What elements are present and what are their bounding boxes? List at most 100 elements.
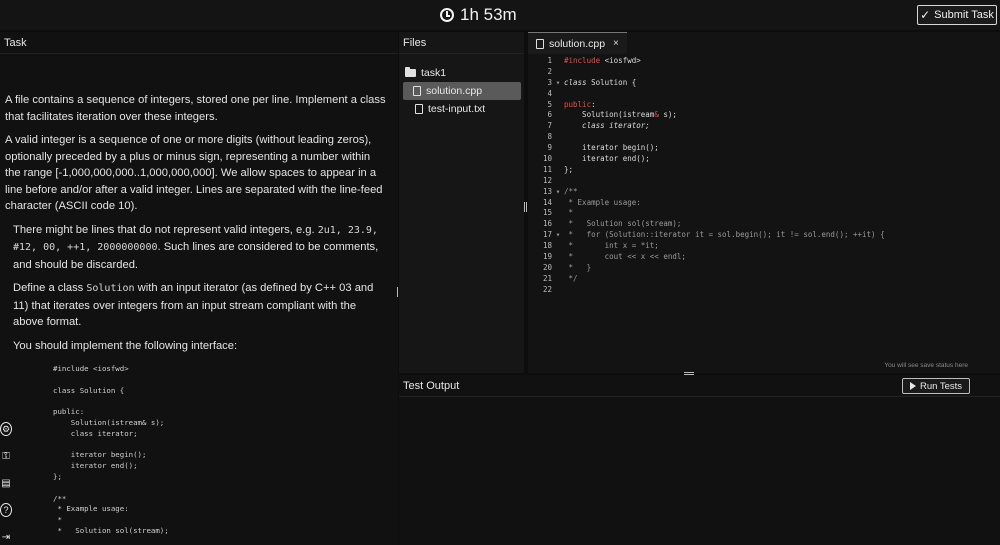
- code-token: :: [591, 99, 596, 109]
- code-line[interactable]: 22: [528, 285, 1000, 296]
- code-line[interactable]: 18 * int x = *it;: [528, 241, 1000, 252]
- fold-toggle[interactable]: ▾: [552, 187, 564, 198]
- code-line[interactable]: 15 *: [528, 208, 1000, 219]
- line-number: 3: [547, 77, 552, 87]
- file-label: solution.cpp: [426, 85, 483, 97]
- line-number: 9: [547, 143, 552, 153]
- clipboard-icon[interactable]: ▤: [0, 476, 12, 490]
- help-icon[interactable]: ?: [0, 503, 12, 517]
- code-token: /**: [564, 186, 578, 196]
- code-text: iterator begin();: [564, 143, 659, 154]
- line-number: 18: [542, 241, 552, 251]
- code-line[interactable]: 5 public:: [528, 100, 1000, 111]
- fold-toggle: [552, 56, 564, 67]
- submit-task-button[interactable]: ✓ Submit Task: [917, 5, 997, 25]
- fold-toggle: [552, 285, 564, 296]
- file-icon: [536, 38, 544, 49]
- left-toolbar: ⚙ ⚿ ▤ ? ⇥: [0, 422, 12, 545]
- code-line[interactable]: 3 ▾ class Solution {: [528, 78, 1000, 89]
- code-line[interactable]: 20 * }: [528, 263, 1000, 274]
- code-text: * Example usage:: [564, 198, 641, 209]
- code-line[interactable]: 9 iterator begin();: [528, 143, 1000, 154]
- fold-toggle: [552, 219, 564, 230]
- fold-toggle: [552, 67, 564, 78]
- play-icon: [909, 382, 916, 390]
- code-token: };: [564, 164, 574, 174]
- code-line[interactable]: 12: [528, 176, 1000, 187]
- line-number: 8: [547, 132, 552, 142]
- file-label: test-input.txt: [428, 103, 486, 115]
- close-icon[interactable]: ×: [613, 38, 619, 49]
- code-token: * for (Solution::iterator it = sol.begin…: [564, 230, 885, 240]
- code-text: /**: [564, 187, 578, 198]
- file-icon: [415, 104, 423, 114]
- tab-solution-cpp[interactable]: solution.cpp ×: [528, 32, 627, 54]
- code-text: * Solution sol(stream);: [564, 219, 682, 230]
- fold-toggle: [552, 252, 564, 263]
- code-line[interactable]: 16 * Solution sol(stream);: [528, 219, 1000, 230]
- fold-toggle: [552, 198, 564, 209]
- fold-toggle[interactable]: ▾: [552, 230, 564, 241]
- code-line[interactable]: 14 * Example usage:: [528, 198, 1000, 209]
- file-test-input-txt[interactable]: test-input.txt: [405, 100, 524, 118]
- code-text: class iterator;: [564, 121, 650, 132]
- fold-toggle[interactable]: ▾: [552, 78, 564, 89]
- key-icon[interactable]: ⚿: [0, 449, 12, 463]
- code-token: <iosfwd>: [600, 56, 641, 65]
- clock-icon: [440, 8, 454, 22]
- interface-code-snippet: #include <iosfwd> class Solution { publi…: [53, 364, 169, 535]
- exit-icon[interactable]: ⇥: [0, 530, 12, 544]
- code-line[interactable]: 6 Solution(istream& s);: [528, 110, 1000, 121]
- editor-panel: solution.cpp × 1 #include <iosfwd> 2 3 ▾ clas…: [528, 32, 1000, 373]
- code-token: */: [564, 273, 578, 283]
- file-solution-cpp[interactable]: solution.cpp: [403, 82, 521, 100]
- code-editor[interactable]: 1 #include <iosfwd> 2 3 ▾ class Solution {4 5 p…: [528, 56, 1000, 296]
- code-line[interactable]: 11};: [528, 165, 1000, 176]
- run-tests-label: Run Tests: [919, 380, 963, 392]
- tab-label: solution.cpp: [549, 37, 606, 50]
- line-number: 19: [542, 252, 552, 262]
- task-paragraph: A valid integer is a sequence of one or …: [5, 134, 383, 212]
- line-number: 4: [547, 88, 552, 98]
- save-status-hint: You will see save status here: [884, 362, 968, 369]
- line-number: 6: [547, 110, 552, 120]
- code-token: Solution(istream: [564, 110, 655, 120]
- submit-task-label: Submit Task: [934, 9, 994, 21]
- task-panel: Task A file contains a sequence of integ…: [0, 32, 398, 545]
- fold-toggle: [552, 154, 564, 165]
- code-token: #include: [564, 56, 601, 65]
- run-tests-button[interactable]: Run Tests: [902, 378, 970, 394]
- folder-task1[interactable]: task1: [405, 64, 524, 82]
- fold-toggle: [552, 89, 564, 100]
- code-token: iterator begin();: [564, 143, 659, 153]
- code-line[interactable]: 19 * cout << x << endl;: [528, 252, 1000, 263]
- fold-toggle: [552, 110, 564, 121]
- task-paragraph: Define a class Solution with an input it…: [5, 280, 388, 331]
- task-paragraph: You should implement the following inter…: [13, 339, 238, 352]
- task-paragraph: A file contains a sequence of integers, …: [5, 94, 386, 123]
- line-number: 21: [542, 273, 552, 283]
- files-splitter-handle[interactable]: [524, 202, 527, 212]
- code-line[interactable]: 17 ▾ * for (Solution::iterator it = sol.b…: [528, 230, 1000, 241]
- code-line[interactable]: 2: [528, 67, 1000, 78]
- line-number: 2: [547, 66, 552, 76]
- files-panel: Files task1 solution.cpp test-input.txt: [399, 32, 524, 373]
- code-line[interactable]: 13 ▾/**: [528, 187, 1000, 198]
- line-number: 14: [542, 197, 552, 207]
- line-number: 13: [542, 186, 552, 196]
- code-text: class Solution {: [564, 78, 636, 89]
- settings-icon[interactable]: ⚙: [0, 422, 12, 436]
- test-output-panel: Test Output Run Tests: [399, 375, 1000, 545]
- line-number: 7: [547, 121, 552, 131]
- folder-icon: [405, 67, 416, 77]
- code-line[interactable]: 8: [528, 132, 1000, 143]
- line-number: 15: [542, 208, 552, 218]
- task-text: There might be lines that do not represe…: [13, 223, 318, 236]
- code-line[interactable]: 1 #include <iosfwd>: [528, 56, 1000, 67]
- code-text: Solution(istream& s);: [564, 110, 677, 121]
- code-text: };: [564, 165, 573, 176]
- code-line[interactable]: 4: [528, 89, 1000, 100]
- code-line[interactable]: 10 iterator end();: [528, 154, 1000, 165]
- code-line[interactable]: 21 */: [528, 274, 1000, 285]
- code-line[interactable]: 7 class iterator;: [528, 121, 1000, 132]
